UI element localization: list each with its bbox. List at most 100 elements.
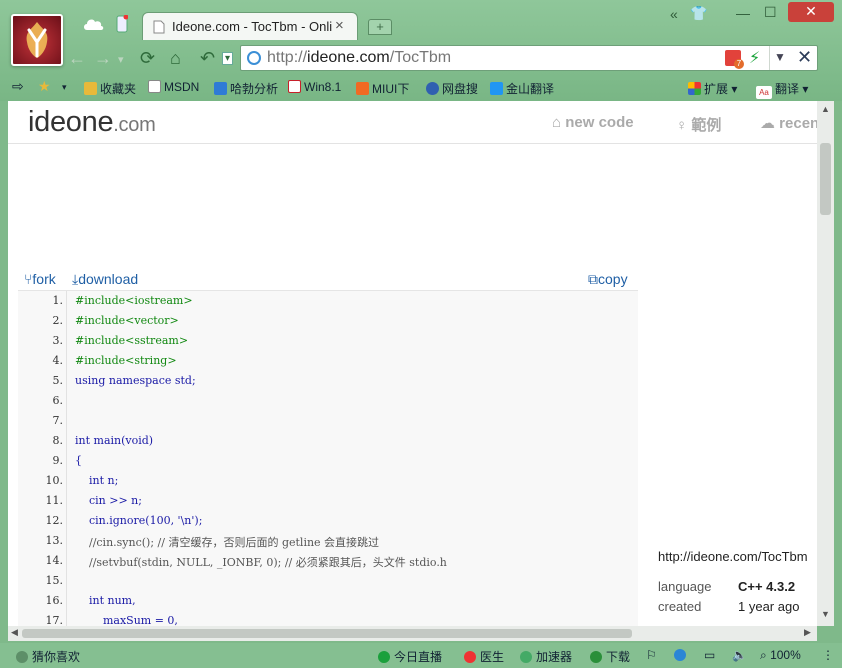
page-icon bbox=[153, 20, 165, 34]
page-viewport[interactable]: ideone.com ⌂ new code ♀ 範例 ☁ recen ⑂fork… bbox=[8, 101, 817, 626]
minimize-button[interactable]: — bbox=[736, 5, 750, 21]
language-label: language bbox=[658, 579, 712, 594]
close-window-button[interactable]: ✕ bbox=[788, 2, 834, 22]
fork-link[interactable]: ⑂fork bbox=[24, 271, 56, 287]
translate-button[interactable]: Aa 翻译 ▾ bbox=[756, 80, 808, 99]
cross-icon bbox=[464, 651, 476, 663]
flag-icon[interactable]: ⚐ bbox=[646, 648, 657, 662]
line-content: maxSum = 0, bbox=[75, 614, 178, 626]
scroll-left-icon[interactable]: ◀ bbox=[11, 627, 18, 638]
code-line[interactable]: 3. #include<sstream> bbox=[18, 331, 638, 351]
new-tab-button[interactable]: + bbox=[368, 19, 392, 35]
star-icon[interactable]: ★ bbox=[38, 78, 51, 95]
bulb-icon: ♀ bbox=[676, 117, 692, 134]
vertical-scrollbar[interactable]: ▲ ▼ bbox=[817, 101, 834, 626]
code-line[interactable]: 10. int n; bbox=[18, 471, 638, 491]
bolt-icon[interactable]: ⚡ bbox=[749, 48, 760, 68]
site-logo[interactable]: ideone.com bbox=[28, 106, 156, 139]
code-line[interactable]: 6. bbox=[18, 391, 638, 411]
code-line[interactable]: 8. int main(void) bbox=[18, 431, 638, 451]
code-line[interactable]: 5. using namespace std; bbox=[18, 371, 638, 391]
tab-close-button[interactable]: × bbox=[335, 17, 344, 34]
nav-new-code[interactable]: ⌂ new code bbox=[552, 114, 634, 131]
line-content: #include<string> bbox=[75, 354, 177, 367]
download-link[interactable]: ⤓download bbox=[72, 271, 138, 288]
bookmark-msdn[interactable]: MSDN bbox=[148, 80, 199, 94]
code-line[interactable]: 13. //cin.sync(); // 清空缓存，否则后面的 getline … bbox=[18, 531, 638, 551]
scroll-up-icon[interactable]: ▲ bbox=[821, 104, 830, 114]
browser-logo[interactable] bbox=[11, 14, 63, 66]
copy-link[interactable]: ⧉copy bbox=[588, 271, 628, 288]
line-number: 3. bbox=[52, 334, 64, 347]
address-url[interactable]: http://ideone.com/TocTbm bbox=[267, 49, 451, 67]
code-line[interactable]: 17. maxSum = 0, bbox=[18, 611, 638, 626]
code-line[interactable]: 11. cin >> n; bbox=[18, 491, 638, 511]
code-line[interactable]: 2. #include<vector> bbox=[18, 311, 638, 331]
bookmark-kingsoft[interactable]: 金山翻译 bbox=[490, 80, 554, 97]
sidebar-toggle-icon[interactable]: ⇨ bbox=[12, 78, 24, 95]
line-number: 9. bbox=[52, 454, 64, 467]
line-number: 14. bbox=[45, 554, 64, 567]
extensions-button[interactable]: 扩展 ▾ bbox=[688, 80, 737, 97]
code-line[interactable]: 16. int num, bbox=[18, 591, 638, 611]
window-icon[interactable]: ▭ bbox=[704, 648, 715, 662]
address-dropdown-icon[interactable]: ▼ bbox=[774, 50, 786, 64]
grid-menu-icon[interactable]: ⋮ bbox=[822, 648, 834, 662]
code-line[interactable]: 4. #include<string> bbox=[18, 351, 638, 371]
bookmark-hubble[interactable]: 哈勃分析 bbox=[214, 80, 278, 97]
maximize-button[interactable]: ☐ bbox=[764, 4, 777, 21]
back-arrow-icon[interactable]: ← bbox=[68, 48, 86, 69]
security-shield-icon[interactable]: 7 bbox=[725, 50, 744, 69]
download-button[interactable]: 下载 bbox=[590, 648, 630, 665]
line-content: //cin.sync(); // 清空缓存，否则后面的 getline 会直接跳… bbox=[75, 536, 380, 549]
page-icon bbox=[148, 80, 161, 93]
code-line[interactable]: 7. bbox=[18, 411, 638, 431]
collapse-icon[interactable]: « bbox=[670, 6, 678, 22]
shield-icon bbox=[214, 82, 227, 95]
live-today[interactable]: 今日直播 bbox=[378, 648, 442, 665]
stop-icon[interactable]: ✕ bbox=[797, 47, 812, 68]
star-dropdown-icon[interactable]: ▾ bbox=[62, 82, 67, 93]
code-editor[interactable]: 1. #include<iostream> 2. #include<vector> 3.… bbox=[18, 290, 638, 626]
line-content: #include<vector> bbox=[75, 314, 179, 327]
code-line[interactable]: 15. bbox=[18, 571, 638, 591]
nav-samples[interactable]: ♀ 範例 bbox=[676, 114, 721, 135]
volume-icon[interactable]: 🔈 bbox=[732, 648, 747, 662]
bookmark-pan-search[interactable]: 网盘搜 bbox=[426, 80, 478, 97]
bookmark-miui[interactable]: MIUI下 bbox=[356, 80, 409, 97]
accelerator-button[interactable]: 加速器 bbox=[520, 648, 572, 665]
address-bar[interactable]: http://ideone.com/TocTbm 7 ⚡ ▼ ✕ bbox=[240, 45, 818, 71]
copy-icon: ⧉ bbox=[588, 271, 598, 287]
nav-recent[interactable]: ☁ recen bbox=[760, 114, 817, 132]
code-line[interactable]: 12. cin.ignore(100, '\n'); bbox=[18, 511, 638, 531]
home-icon[interactable]: ⌂ bbox=[170, 48, 181, 69]
scroll-right-icon[interactable]: ▶ bbox=[804, 627, 811, 638]
code-actions: ⑂fork ⤓download ⧉copy bbox=[24, 271, 638, 289]
history-dropdown-icon[interactable]: ▾ bbox=[118, 53, 124, 66]
scroll-thumb-horizontal[interactable] bbox=[22, 629, 632, 638]
code-line[interactable]: 1. #include<iostream> bbox=[18, 291, 638, 311]
bookmark-favorites[interactable]: 收藏夹 bbox=[84, 80, 136, 97]
phone-icon[interactable] bbox=[116, 15, 128, 33]
undo-icon[interactable]: ↶ bbox=[200, 48, 215, 69]
refresh-icon[interactable]: ⟳ bbox=[140, 48, 155, 69]
skin-icon[interactable]: 👕 bbox=[690, 5, 707, 22]
line-number: 8. bbox=[52, 434, 64, 447]
doctor-button[interactable]: 医生 bbox=[464, 648, 504, 665]
scroll-thumb[interactable] bbox=[820, 143, 831, 215]
forward-arrow-icon[interactable]: → bbox=[94, 48, 112, 69]
code-line[interactable]: 9. { bbox=[18, 451, 638, 471]
horizontal-scrollbar[interactable]: ◀ ▶ bbox=[8, 626, 817, 641]
bookmark-win81[interactable]: Win8.1 bbox=[288, 80, 341, 94]
cloud-icon[interactable] bbox=[82, 17, 104, 31]
zoom-control[interactable]: ⌕ 100% bbox=[760, 648, 801, 663]
ie-icon[interactable] bbox=[674, 648, 690, 662]
paste-url[interactable]: http://ideone.com/TocTbm bbox=[658, 549, 808, 564]
scroll-down-icon[interactable]: ▼ bbox=[821, 609, 830, 619]
guess-you-like[interactable]: 猜你喜欢 bbox=[16, 648, 80, 665]
code-line[interactable]: 14. //setvbuf(stdin, NULL, _IONBF, 0); /… bbox=[18, 551, 638, 571]
undo-dropdown-icon[interactable]: ▾ bbox=[222, 52, 234, 65]
line-number: 16. bbox=[45, 594, 64, 607]
home-icon: ⌂ bbox=[552, 114, 566, 131]
browser-tab[interactable]: Ideone.com - TocTbm - Onli × bbox=[142, 12, 358, 40]
